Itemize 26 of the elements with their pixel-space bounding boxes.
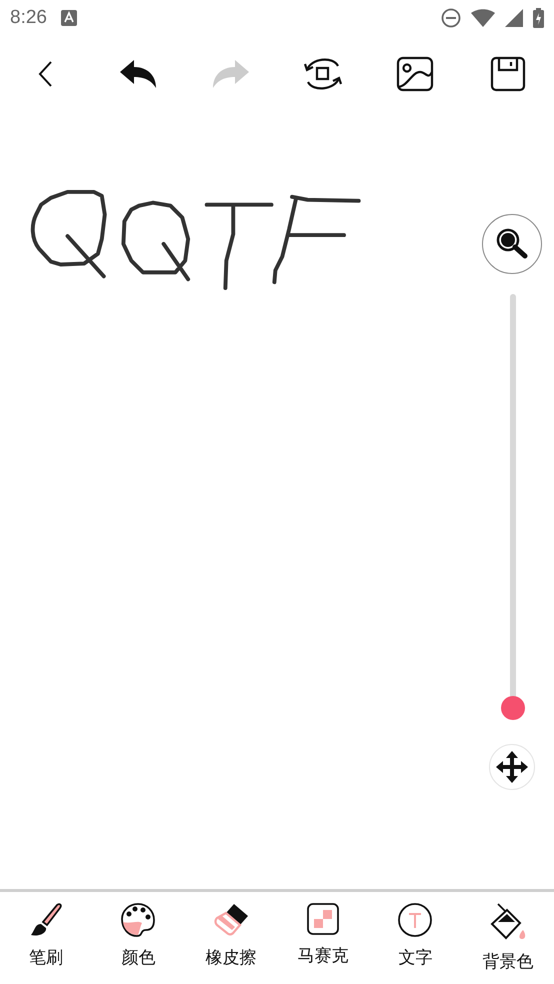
status-time: 8:26 (10, 7, 47, 29)
palette-icon (120, 902, 156, 938)
text-icon (397, 902, 434, 938)
image-icon (396, 56, 434, 92)
rotate-icon (303, 56, 344, 92)
move-arrows-icon (494, 749, 530, 785)
eraser-icon (212, 902, 250, 938)
tool-tab[interactable]: 笔刷 (0, 892, 92, 984)
tool-tab[interactable]: 马赛克 (277, 892, 370, 984)
search-icon (495, 227, 529, 261)
brush-icon (29, 902, 64, 938)
undo-icon (118, 58, 158, 90)
tool-tab[interactable]: 背景色 (462, 892, 554, 984)
tool-tab[interactable]: 颜色 (92, 892, 185, 984)
keyboard-notification-icon (60, 10, 77, 26)
signal-icon (505, 9, 523, 27)
tool-tab[interactable]: 文字 (369, 892, 462, 984)
save-icon (490, 56, 526, 92)
slider-thumb[interactable] (501, 696, 525, 720)
tool-tab[interactable]: 橡皮擦 (184, 892, 277, 984)
redo-icon (210, 58, 251, 90)
move-button[interactable] (489, 744, 535, 790)
mosaic-icon (306, 902, 340, 936)
do-not-disturb-icon (441, 8, 461, 28)
wifi-icon (471, 9, 495, 27)
battery-icon (533, 8, 544, 28)
